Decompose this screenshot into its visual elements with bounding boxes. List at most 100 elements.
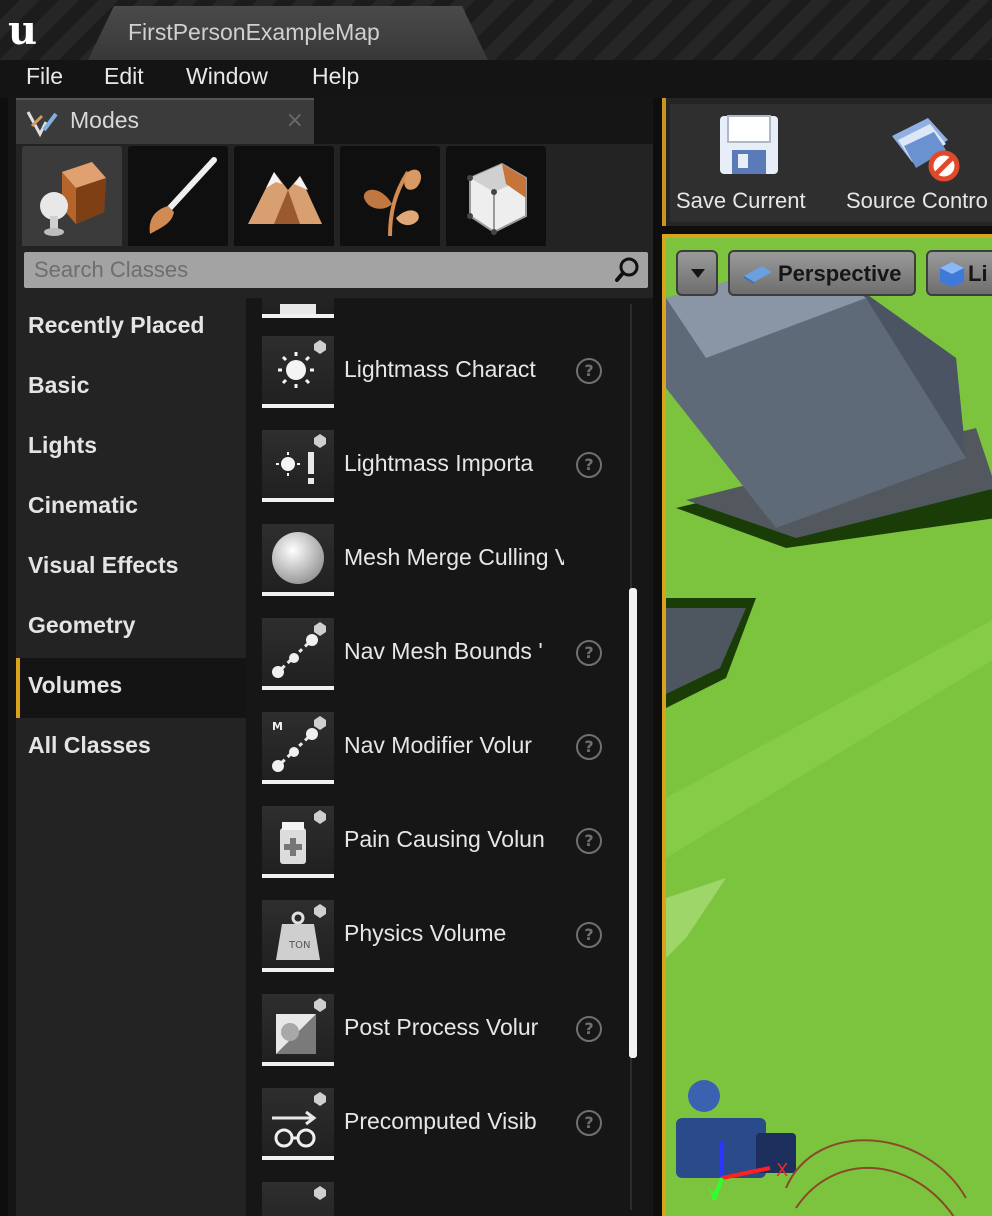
- lit-mode-button[interactable]: Li: [926, 250, 992, 296]
- geometry-mode-button[interactable]: [446, 146, 546, 246]
- class-thumbnail: [262, 430, 334, 502]
- list-item[interactable]: Pain Causing Volun ?: [246, 806, 626, 900]
- help-icon[interactable]: ?: [576, 922, 602, 948]
- scene-render: X Y: [666, 238, 992, 1216]
- menu-help[interactable]: Help: [312, 63, 359, 90]
- list-item[interactable]: Precomputed Visib ?: [246, 1088, 626, 1182]
- svg-text:M: M: [272, 720, 283, 733]
- lit-cube-icon: [940, 262, 964, 287]
- source-control-button[interactable]: Source Contro: [840, 104, 992, 222]
- paint-mode-button[interactable]: [128, 146, 228, 246]
- class-name: Nav Modifier Volur: [344, 732, 532, 758]
- title-bar: u FirstPersonExampleMap: [0, 0, 992, 60]
- foliage-mode-icon: [363, 169, 422, 237]
- nav-modifier-icon: M: [272, 716, 326, 772]
- perspective-icon: [744, 266, 772, 284]
- menu-edit[interactable]: Edit: [104, 63, 144, 90]
- list-item[interactable]: [246, 1182, 626, 1216]
- menu-file[interactable]: File: [26, 63, 63, 90]
- save-current-button[interactable]: Save Current: [670, 104, 830, 222]
- menu-bar: File Edit Window Help: [0, 60, 992, 98]
- help-icon[interactable]: ?: [576, 1110, 602, 1136]
- class-name: Physics Volume: [344, 920, 507, 946]
- geometry-edit-mode-icon: [467, 162, 527, 235]
- foliage-mode-button[interactable]: [340, 146, 440, 246]
- modes-tab-label: Modes: [70, 107, 140, 133]
- category-label: Recently Placed: [28, 312, 205, 338]
- list-item[interactable]: Lightmass Importa ?: [246, 430, 626, 524]
- class-name: Precomputed Visib: [344, 1108, 537, 1134]
- help-icon[interactable]: ?: [576, 640, 602, 666]
- list-item[interactable]: Lightmass Charact ?: [246, 336, 626, 430]
- class-list: Lightmass Charact ? Lightmass Importa ?: [246, 298, 653, 1216]
- help-icon[interactable]: ?: [576, 452, 602, 478]
- category-visual-effects[interactable]: Visual Effects: [16, 538, 246, 598]
- paint-mode-icon: [149, 157, 217, 234]
- category-recently-placed[interactable]: Recently Placed: [16, 298, 246, 358]
- list-item[interactable]: TON Physics Volume ?: [246, 900, 626, 994]
- lit-label: Li: [968, 261, 988, 286]
- class-thumbnail: TON: [262, 900, 334, 972]
- category-basic[interactable]: Basic: [16, 358, 246, 418]
- category-list: Recently Placed Basic Lights Cinematic V…: [16, 298, 246, 1216]
- category-geometry[interactable]: Geometry: [16, 598, 246, 658]
- class-name: Mesh Merge Culling Vc: [344, 544, 564, 570]
- category-label: Volumes: [28, 672, 123, 698]
- class-name: Lightmass Importa: [344, 450, 534, 476]
- modes-tab[interactable]: Modes ×: [16, 98, 314, 144]
- landscape-mode-button[interactable]: [234, 146, 334, 246]
- modes-panel: Recently Placed Basic Lights Cinematic V…: [16, 144, 653, 1216]
- class-thumbnail: [262, 618, 334, 690]
- post-process-icon: [276, 998, 326, 1054]
- perspective-label: Perspective: [778, 261, 902, 286]
- search-icon[interactable]: [614, 256, 642, 284]
- close-icon[interactable]: ×: [286, 108, 304, 133]
- help-icon[interactable]: ?: [576, 1016, 602, 1042]
- save-icon: [720, 115, 778, 174]
- main-toolbar: Save Current Source Contro: [662, 98, 992, 226]
- list-item[interactable]: Nav Mesh Bounds ' ?: [246, 618, 626, 712]
- perspective-button[interactable]: Perspective: [728, 250, 916, 296]
- category-lights[interactable]: Lights: [16, 418, 246, 478]
- help-icon[interactable]: ?: [576, 828, 602, 854]
- class-thumbnail: [262, 524, 334, 596]
- class-name: Pain Causing Volun: [344, 826, 545, 852]
- physics-weight-icon: TON: [276, 904, 326, 960]
- search-classes: [24, 252, 648, 288]
- class-thumbnail: [262, 806, 334, 878]
- list-item[interactable]: M Nav Modifier Volur ?: [246, 712, 626, 806]
- level-viewport[interactable]: X Y Perspective Li: [662, 234, 992, 1216]
- document-tab[interactable]: FirstPersonExampleMap: [88, 6, 488, 60]
- category-label: Lights: [28, 432, 97, 458]
- source-control-label: Source Contro: [846, 188, 988, 213]
- category-volumes[interactable]: Volumes: [16, 658, 246, 718]
- list-item[interactable]: [246, 298, 626, 340]
- lightmass-importance-icon: [276, 434, 326, 484]
- class-name: Post Process Volur: [344, 1014, 539, 1040]
- menu-window[interactable]: Window: [186, 63, 268, 90]
- list-item[interactable]: Post Process Volur ?: [246, 994, 626, 1088]
- help-icon[interactable]: ?: [576, 358, 602, 384]
- viewport-options-button[interactable]: [676, 250, 718, 296]
- category-all-classes[interactable]: All Classes: [16, 718, 246, 778]
- category-label: Basic: [28, 372, 90, 398]
- nav-mesh-icon: [272, 622, 326, 678]
- class-thumbnail: [262, 298, 334, 318]
- list-item[interactable]: Mesh Merge Culling Vc: [246, 524, 626, 618]
- sphere-icon: [272, 532, 324, 584]
- landscape-mode-icon: [248, 172, 322, 224]
- category-label: Geometry: [28, 612, 136, 638]
- class-thumbnail: M: [262, 712, 334, 784]
- category-cinematic[interactable]: Cinematic: [16, 478, 246, 538]
- scrollbar-thumb[interactable]: [629, 588, 637, 1058]
- class-thumbnail: [262, 1088, 334, 1160]
- class-thumbnail: [262, 336, 334, 408]
- modes-tab-icon: [26, 108, 60, 144]
- help-icon[interactable]: ?: [576, 734, 602, 760]
- axis-x-label: X: [776, 1160, 788, 1181]
- search-input[interactable]: [24, 252, 604, 288]
- save-current-label: Save Current: [676, 188, 806, 213]
- document-tab-label: FirstPersonExampleMap: [128, 19, 380, 45]
- toolbar-inner: Save Current Source Contro: [670, 104, 992, 222]
- place-mode-button[interactable]: [22, 146, 122, 246]
